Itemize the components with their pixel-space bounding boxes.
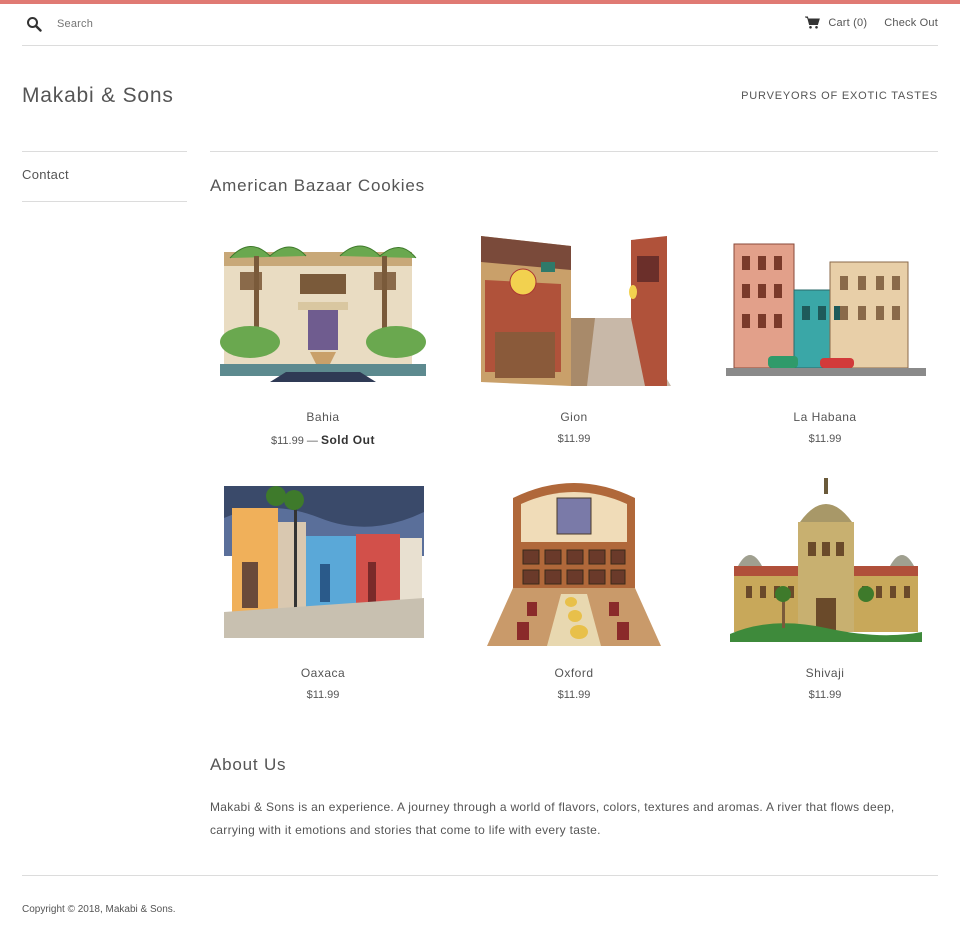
- product-name[interactable]: Shivaji: [712, 666, 938, 680]
- search-icon[interactable]: [26, 16, 42, 32]
- price-value: $11.99: [271, 435, 304, 447]
- product-name[interactable]: Oaxaca: [210, 666, 436, 680]
- product-name[interactable]: La Habana: [712, 410, 938, 424]
- cart-link[interactable]: Cart (0): [828, 17, 867, 29]
- product-image-oxford[interactable]: [461, 478, 687, 648]
- copyright-text: Copyright © 2018, Makabi & Sons.: [22, 904, 176, 915]
- sold-out-badge: Sold Out: [320, 433, 375, 447]
- product-name[interactable]: Bahia: [210, 410, 436, 424]
- product-price: $11.99: [306, 689, 340, 701]
- footer: Copyright © 2018, Makabi & Sons.: [22, 875, 938, 915]
- search-input[interactable]: [57, 18, 177, 30]
- product-price: $11.99: [557, 689, 591, 701]
- checkout-link[interactable]: Check Out: [884, 17, 938, 29]
- header-actions: Cart (0) Check Out: [805, 16, 938, 29]
- product-card[interactable]: Bahia $11.99 — Sold Out: [210, 222, 436, 447]
- product-name[interactable]: Gion: [461, 410, 687, 424]
- product-card[interactable]: Shivaji $11.99: [712, 478, 938, 701]
- sidebar-item-contact[interactable]: Contact: [22, 167, 69, 182]
- about-title: About Us: [210, 755, 287, 774]
- product-price: $11.99: [808, 433, 842, 445]
- product-price: $11.99: [808, 689, 842, 701]
- product-card[interactable]: Oxford $11.99: [461, 478, 687, 701]
- product-image-oaxaca[interactable]: [210, 478, 436, 648]
- product-image-gion[interactable]: [461, 222, 687, 392]
- product-image-shivaji[interactable]: [712, 478, 938, 648]
- collection-title: American Bazaar Cookies: [210, 176, 425, 195]
- site-logo[interactable]: Makabi & Sons: [22, 84, 174, 108]
- about-text: Makabi & Sons is an experience. A journe…: [210, 800, 895, 837]
- product-card[interactable]: Gion $11.99: [461, 222, 687, 445]
- price-separator: —: [306, 435, 318, 447]
- product-price: $11.99: [557, 433, 591, 445]
- product-name[interactable]: Oxford: [461, 666, 687, 680]
- site-tagline: PURVEYORS OF EXOTIC TASTES: [741, 90, 938, 102]
- collection-section: American Bazaar Cookies Bahia $11.99 — S…: [210, 151, 938, 701]
- header-bar: Cart (0) Check Out: [22, 4, 938, 46]
- sidebar-nav: Contact: [22, 151, 187, 202]
- search-area: [26, 16, 177, 32]
- product-card[interactable]: Oaxaca $11.99: [210, 478, 436, 701]
- product-image-la-habana[interactable]: [712, 222, 938, 392]
- product-price: $11.99 — Sold Out: [210, 433, 436, 447]
- product-image-bahia[interactable]: [210, 222, 436, 392]
- product-card[interactable]: La Habana $11.99: [712, 222, 938, 445]
- cart-icon[interactable]: [805, 16, 821, 29]
